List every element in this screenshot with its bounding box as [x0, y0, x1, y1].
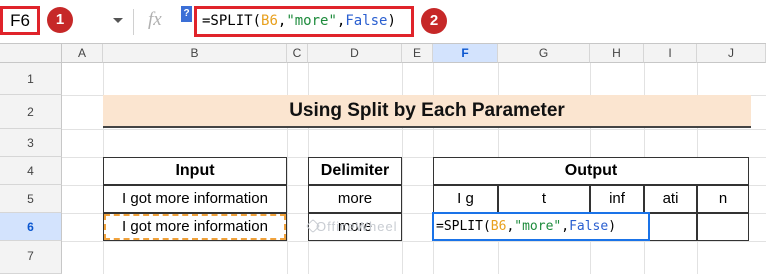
row-header-3[interactable]: 3	[0, 129, 62, 157]
formula-keyword: False	[345, 13, 388, 29]
column-header-h[interactable]: H	[590, 44, 644, 63]
formula-suffix: )	[387, 13, 396, 29]
row-header-5[interactable]: 5	[0, 185, 62, 213]
row-header-2[interactable]: 2	[0, 95, 62, 129]
column-header-b[interactable]: B	[103, 44, 287, 63]
cell-editor-f6[interactable]: =SPLIT(B6,"more",False)	[432, 212, 650, 241]
formula-string: "more"	[514, 219, 562, 234]
input-header[interactable]: Input	[103, 157, 287, 185]
output-header[interactable]: Output	[433, 157, 749, 185]
output-cell-j6[interactable]	[697, 213, 749, 241]
formula-prefix: =SPLIT(	[202, 13, 262, 29]
column-header-e[interactable]: E	[402, 44, 433, 63]
formula-input[interactable]: =SPLIT(B6,"more",False)	[194, 6, 414, 37]
formula-suffix: )	[608, 219, 617, 234]
row-header-7[interactable]: 7	[0, 241, 62, 274]
column-header-f[interactable]: F	[433, 44, 498, 63]
sheet-title[interactable]: Using Split by Each Parameter	[103, 95, 751, 128]
column-header-i[interactable]: I	[644, 44, 697, 63]
delimiter-cell-d5[interactable]: more	[308, 185, 402, 213]
row-header-4[interactable]: 4	[0, 157, 62, 185]
column-header-a[interactable]: A	[62, 44, 103, 63]
column-header-d[interactable]: D	[308, 44, 402, 63]
delimiter-header[interactable]: Delimiter	[308, 157, 402, 185]
formula-prefix: =SPLIT(	[436, 219, 491, 234]
watermark: OfficeWheel	[316, 219, 398, 234]
formula-sep: ,	[561, 219, 570, 234]
grid-line	[62, 241, 766, 242]
callout-badge-1: 1	[47, 7, 73, 33]
chevron-down-icon[interactable]	[112, 14, 124, 26]
output-cell-i5[interactable]: ati	[644, 185, 697, 213]
row-header-6[interactable]: 6	[0, 213, 62, 241]
input-cell-b5[interactable]: I got more information	[103, 185, 287, 213]
output-cell-j5[interactable]: n	[697, 185, 749, 213]
output-cell-h5[interactable]: inf	[590, 185, 644, 213]
formula-string: "more"	[286, 13, 337, 29]
output-cell-f5[interactable]: I g	[433, 185, 498, 213]
column-header-j[interactable]: J	[697, 44, 766, 63]
formula-ref: B6	[490, 219, 507, 234]
formula-ref: B6	[261, 13, 278, 29]
output-cell-i6[interactable]	[644, 213, 697, 241]
referenced-range-highlight	[104, 214, 286, 240]
grid-line	[62, 129, 766, 130]
divider	[133, 9, 134, 35]
callout-badge-2: 2	[421, 8, 447, 34]
name-box[interactable]: F6	[0, 6, 40, 35]
fx-icon: fx	[148, 9, 162, 30]
output-cell-g5[interactable]: t	[498, 185, 590, 213]
select-all-corner[interactable]	[0, 44, 62, 63]
row-header-1[interactable]: 1	[0, 63, 62, 95]
column-header-c[interactable]: C	[287, 44, 308, 63]
formula-keyword: False	[569, 219, 609, 234]
column-header-g[interactable]: G	[498, 44, 590, 63]
formula-help-icon[interactable]: ?	[181, 6, 192, 22]
